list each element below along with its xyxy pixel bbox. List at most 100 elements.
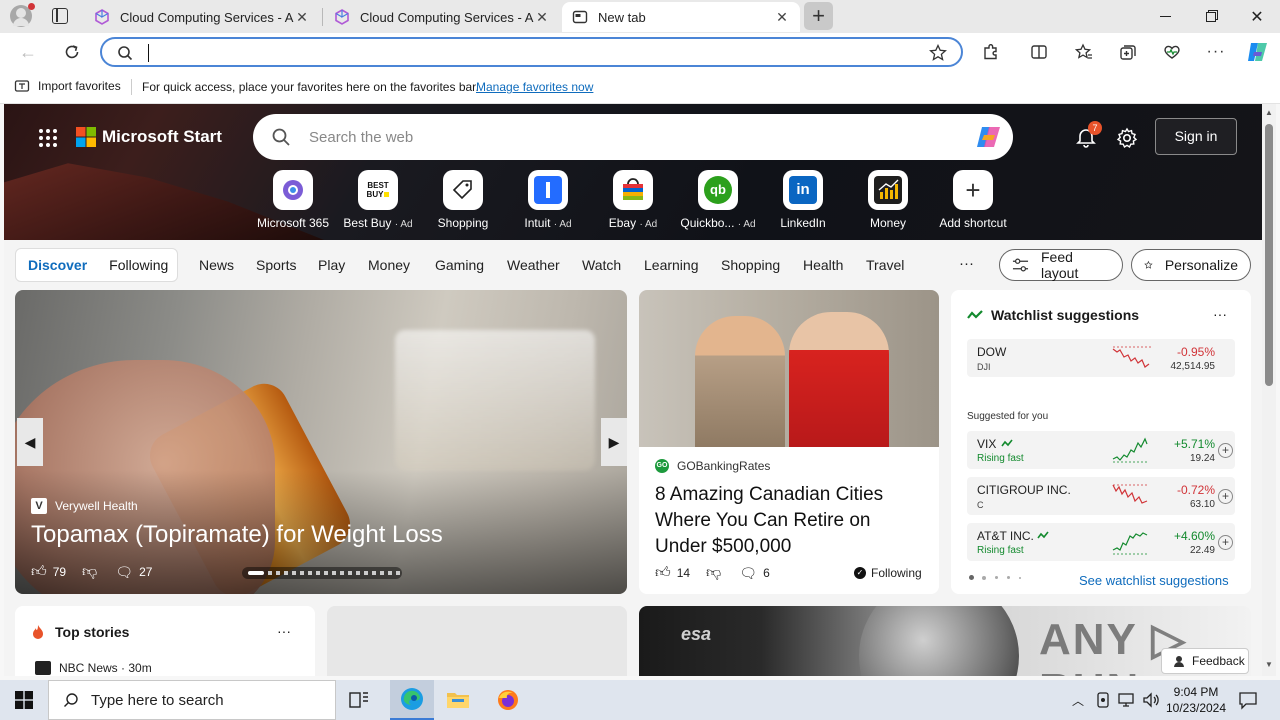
add-to-watchlist-button[interactable]: + <box>1218 535 1233 550</box>
page-scrollbar[interactable]: ▲ ▼ <box>1262 104 1276 676</box>
start-button[interactable] <box>0 680 48 720</box>
nav-travel[interactable]: Travel <box>866 257 904 273</box>
tab-following[interactable]: Following <box>109 257 168 273</box>
comment-icon[interactable]: 🗨︎ <box>115 564 133 581</box>
dislike-icon[interactable]: 👎︎ <box>706 564 721 582</box>
shortcut-best-buy[interactable]: BEST BUY Best Buy · Ad <box>333 170 423 230</box>
watchlist-row-citigroup[interactable]: CITIGROUP INC. C -0.72% 63.10 + <box>967 477 1235 515</box>
nav-play[interactable]: Play <box>318 257 345 273</box>
microsoft-start-logo[interactable]: Microsoft Start <box>76 127 222 147</box>
main-story-title[interactable]: Topamax (Topiramate) for Weight Loss <box>31 521 443 549</box>
manage-favorites-link[interactable]: Manage favorites now <box>476 80 593 94</box>
feedback-button[interactable]: Feedback <box>1161 648 1249 674</box>
carousel-next-button[interactable]: ▶ <box>601 418 627 466</box>
address-bar[interactable] <box>100 37 963 67</box>
nav-news[interactable]: News <box>199 257 234 273</box>
nav-learning[interactable]: Learning <box>644 257 699 273</box>
tab-discover[interactable]: Discover <box>28 257 87 273</box>
nav-money[interactable]: Money <box>368 257 410 273</box>
address-input[interactable] <box>148 44 648 62</box>
browser-essentials-icon[interactable] <box>1159 39 1185 65</box>
close-tab-icon[interactable]: ✕ <box>534 9 550 25</box>
shortcut-money[interactable]: Money <box>843 170 933 230</box>
volume-icon[interactable] <box>1142 692 1160 708</box>
close-tab-icon[interactable]: ✕ <box>774 9 790 25</box>
profile-avatar-icon[interactable] <box>10 3 35 27</box>
watchlist-row-vix[interactable]: VIX Rising fast +5.71% 19.24 + <box>967 431 1235 469</box>
split-screen-icon[interactable] <box>1026 39 1052 65</box>
show-hidden-icons-icon[interactable]: ︿ <box>1072 692 1084 709</box>
taskbar-search-box[interactable]: Type here to search <box>48 680 336 720</box>
file-explorer-icon[interactable] <box>446 690 470 710</box>
firefox-icon[interactable] <box>496 688 520 712</box>
shortcut-intuit[interactable]: Intuit · Ad <box>503 170 593 230</box>
carousel-indicator[interactable] <box>242 567 402 579</box>
tab-cloud-computing-2[interactable]: Cloud Computing Services - Am ✕ <box>324 2 560 32</box>
minimize-button[interactable] <box>1142 0 1188 33</box>
like-icon[interactable]: 👍︎ <box>655 564 671 582</box>
notification-center-icon[interactable] <box>1238 690 1258 710</box>
watchlist-pager-dots[interactable] <box>969 575 1021 580</box>
notifications-button[interactable]: 7 <box>1075 121 1102 150</box>
comment-icon[interactable]: 🗨︎ <box>739 565 757 582</box>
nav-sports[interactable]: Sports <box>256 257 296 273</box>
shortcut-shopping[interactable]: Shopping <box>418 170 508 230</box>
settings-more-icon[interactable]: ··· <box>1203 39 1229 65</box>
refresh-icon[interactable] <box>59 39 85 65</box>
sign-in-button[interactable]: Sign in <box>1155 118 1237 155</box>
story-title[interactable]: 8 Amazing Canadian Cities Where You Can … <box>655 482 925 560</box>
like-icon[interactable]: 👍︎ <box>31 563 47 581</box>
watchlist-more-icon[interactable]: ··· <box>1213 306 1227 322</box>
apps-launcher-icon[interactable] <box>38 128 58 148</box>
copilot-icon[interactable] <box>1245 40 1271 64</box>
nav-watch[interactable]: Watch <box>582 257 621 273</box>
nav-shopping[interactable]: Shopping <box>721 257 780 273</box>
nav-more-icon[interactable]: ··· <box>959 255 974 272</box>
scrollbar-thumb[interactable] <box>1265 124 1273 386</box>
esa-story-card[interactable]: esa ANY ▷ RUN Feedback <box>639 606 1251 676</box>
watchlist-row-dow[interactable]: DOW DJI -0.95% 42,514.95 <box>967 339 1235 377</box>
back-icon[interactable]: ← <box>15 39 41 65</box>
tab-cloud-computing-1[interactable]: Cloud Computing Services - Am ✕ <box>84 2 320 32</box>
favorite-star-icon[interactable] <box>929 44 947 62</box>
close-window-button[interactable]: ✕ <box>1234 0 1280 33</box>
tab-new-tab[interactable]: New tab ✕ <box>562 2 800 32</box>
tab-actions-icon[interactable] <box>52 8 68 24</box>
collections-icon[interactable] <box>1115 39 1141 65</box>
task-view-icon[interactable] <box>348 690 370 710</box>
top-story-source[interactable]: NBC News · 30m <box>35 661 152 675</box>
import-favorites-button[interactable]: Import favorites <box>14 78 121 94</box>
shortcut-add[interactable]: + Add shortcut <box>928 170 1018 230</box>
web-search-box[interactable]: Search the web <box>253 114 1013 160</box>
dislike-icon[interactable]: 👎︎ <box>82 563 97 581</box>
shortcut-quickbooks[interactable]: qb Quickbo... · Ad <box>673 170 763 230</box>
close-tab-icon[interactable]: ✕ <box>294 9 310 25</box>
copilot-search-icon[interactable] <box>973 121 1005 153</box>
top-stories-more-icon[interactable]: ··· <box>277 623 291 639</box>
network-icon[interactable] <box>1118 692 1136 708</box>
see-watchlist-link[interactable]: See watchlist suggestions <box>1079 573 1229 588</box>
carousel-prev-button[interactable]: ◀ <box>17 418 43 466</box>
extensions-icon[interactable] <box>978 39 1004 65</box>
story-card-gobankingrates[interactable]: GO GOBankingRates 8 Amazing Canadian Cit… <box>639 290 939 594</box>
shortcut-microsoft-365[interactable]: Microsoft 365 <box>248 170 338 230</box>
nav-gaming[interactable]: Gaming <box>435 257 484 273</box>
new-tab-button[interactable]: + <box>804 2 833 30</box>
watchlist-row-att[interactable]: AT&T INC. Rising fast +4.60% 22.49 + <box>967 523 1235 561</box>
shortcut-ebay[interactable]: Ebay · Ad <box>588 170 678 230</box>
feed-layout-button[interactable]: Feed layout <box>999 249 1123 281</box>
personalize-button[interactable]: Personalize <box>1131 249 1251 281</box>
add-to-watchlist-button[interactable]: + <box>1218 443 1233 458</box>
nav-weather[interactable]: Weather <box>507 257 560 273</box>
settings-gear-icon[interactable] <box>1116 127 1138 149</box>
device-icon[interactable] <box>1096 692 1110 708</box>
system-clock[interactable]: 9:04 PM 10/23/2024 <box>1164 684 1228 716</box>
edge-taskbar-icon[interactable] <box>390 680 434 720</box>
restore-button[interactable] <box>1188 0 1234 33</box>
following-indicator[interactable]: ✓ Following <box>854 566 922 580</box>
nav-health[interactable]: Health <box>803 257 843 273</box>
add-to-watchlist-button[interactable]: + <box>1218 489 1233 504</box>
web-search-input[interactable]: Search the web <box>309 129 973 146</box>
main-story-card[interactable]: ◀ ▶ V Verywell Health Topamax (Topiramat… <box>15 290 627 594</box>
favorites-icon[interactable] <box>1071 39 1097 65</box>
